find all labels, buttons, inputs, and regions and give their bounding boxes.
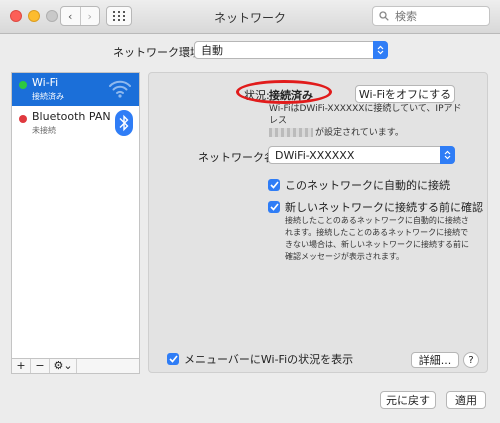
popup-arrows-icon [373, 41, 388, 59]
help-button[interactable]: ? [463, 352, 479, 368]
wifi-off-button[interactable]: Wi-Fiをオフにする [355, 85, 455, 103]
location-popup[interactable]: 自動 [194, 41, 388, 59]
show-menu-checkbox-row[interactable]: メニューバーにWi-Fiの状況を表示 [167, 351, 353, 367]
wifi-icon [109, 80, 131, 98]
bluetooth-icon [115, 110, 133, 136]
network-name-popup[interactable]: DWiFi-XXXXXX [268, 146, 455, 164]
location-value: 自動 [201, 44, 223, 57]
service-status: 未接続 [32, 126, 56, 135]
revert-button[interactable]: 元に戻す [380, 391, 436, 409]
service-toolbar: + − ⚙⌄ [11, 358, 140, 374]
service-name: Wi-Fi [32, 76, 59, 89]
service-item-bluetooth[interactable]: Bluetooth PAN 未接続 [12, 107, 139, 140]
show-menu-label: メニューバーにWi-Fiの状況を表示 [184, 353, 354, 366]
auto-join-label: このネットワークに自動的に接続 [285, 179, 450, 192]
ask-join-label: 新しいネットワークに接続する前に確認 [285, 201, 483, 214]
checkmark-icon[interactable] [268, 201, 280, 213]
auto-join-checkbox-row[interactable]: このネットワークに自動的に接続 [268, 177, 450, 193]
popup-arrows-icon [440, 146, 455, 164]
search-icon [379, 11, 389, 21]
ask-join-description: 接続したことのあるネットワークに自動的に接続されます。接続したことのあるネットワ… [285, 216, 469, 261]
location-label: ネットワーク環境: [113, 46, 205, 59]
search-field[interactable] [372, 6, 490, 26]
network-preferences-window: ‹ › ネットワーク ネットワーク環境: 自動 [0, 0, 500, 423]
service-item-wifi[interactable]: Wi-Fi 接続済み [12, 73, 139, 106]
ask-join-checkbox-row[interactable]: 新しいネットワークに接続する前に確認 [268, 199, 483, 215]
remove-service-button[interactable]: − [31, 359, 50, 373]
status-dot-icon [19, 81, 27, 89]
apply-button[interactable]: 適用 [446, 391, 486, 409]
checkmark-icon[interactable] [167, 353, 179, 365]
search-input[interactable] [393, 8, 477, 24]
status-dot-icon [19, 115, 27, 123]
gear-menu-button[interactable]: ⚙⌄ [50, 359, 77, 373]
titlebar: ‹ › ネットワーク [0, 0, 500, 34]
advanced-button[interactable]: 詳細... [411, 352, 459, 368]
checkmark-icon[interactable] [268, 179, 280, 191]
service-list: Wi-Fi 接続済み Bluetooth PAN 未接続 [11, 72, 140, 373]
service-status: 接続済み [32, 92, 64, 101]
description-line1: Wi-FiはDWiFi-XXXXXXに接続していて、IPアドレス [269, 104, 462, 126]
service-name: Bluetooth PAN [32, 110, 111, 123]
status-description: Wi-FiはDWiFi-XXXXXXに接続していて、IPアドレス が設定されてい… [269, 103, 469, 139]
highlight-circle [236, 80, 332, 104]
network-name-value: DWiFi-XXXXXX [275, 148, 355, 162]
network-name-label: ネットワーク名: [198, 151, 279, 164]
add-service-button[interactable]: + [12, 359, 31, 373]
description-line2: が設定されています。 [315, 128, 404, 138]
redacted-ip [269, 128, 313, 137]
